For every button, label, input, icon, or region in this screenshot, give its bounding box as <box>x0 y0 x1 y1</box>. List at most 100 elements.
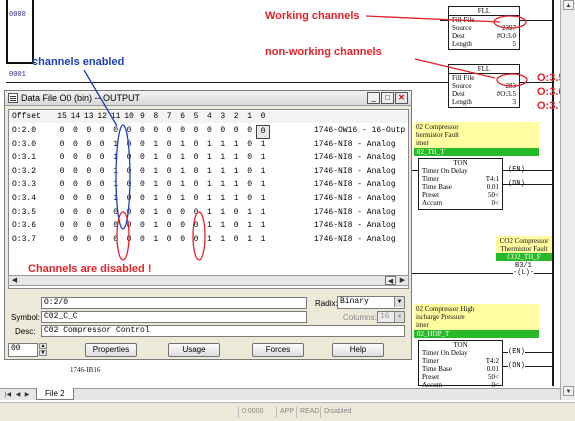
bit-cell[interactable]: 1 <box>256 234 270 246</box>
bit-cell[interactable]: 0 <box>82 179 96 191</box>
bit-cell[interactable]: 1 <box>256 152 270 164</box>
bit-cell[interactable]: 0 <box>176 220 190 232</box>
bit-cell[interactable]: 0 <box>55 125 69 137</box>
bit-cell[interactable]: 1 <box>229 152 243 164</box>
bit-cell[interactable]: 0 <box>122 152 136 164</box>
close-icon[interactable]: ✕ <box>395 92 408 104</box>
bit-cell[interactable]: 1 <box>202 139 216 151</box>
bit-cell[interactable]: 1 <box>109 166 123 178</box>
bit-cell[interactable]: 0 <box>55 207 69 219</box>
bit-cell[interactable]: 0 <box>122 166 136 178</box>
bit-cell[interactable]: 0 <box>95 139 109 151</box>
bit-cell[interactable]: 1 <box>256 220 270 232</box>
bit-cell[interactable]: 0 <box>243 179 257 191</box>
bit-cell[interactable]: 1 <box>149 234 163 246</box>
bit-cell[interactable]: 1 <box>202 234 216 246</box>
bit-cell[interactable]: 0 <box>189 193 203 205</box>
bit-cell[interactable]: 0 <box>95 220 109 232</box>
bit-cell[interactable]: 0 <box>122 125 136 137</box>
bit-cell[interactable]: 1 <box>149 139 163 151</box>
table-row[interactable]: O:3.4 0 0 0 0 1 0 0 1 0 1 0 1 1 1 0 1 1746-NI8 - Analog <box>9 193 408 205</box>
bit-cell[interactable]: 0 <box>216 125 230 137</box>
bit-cell[interactable]: 1 <box>216 207 230 219</box>
bit-cell[interactable]: 0 <box>95 125 109 137</box>
bit-cell[interactable]: 0 <box>229 125 243 137</box>
fll-instruction-bottom[interactable]: FLL Fill File Source 283 Dest #O:3.5 Lengt… <box>448 64 520 108</box>
bit-cell[interactable]: 1 <box>229 179 243 191</box>
bit-cell[interactable]: 1 <box>216 193 230 205</box>
ton-instruction-2[interactable]: TON Timer On Delay Timer T4:2 Time Base 0.… <box>418 340 503 389</box>
bit-cell[interactable]: 0 <box>122 207 136 219</box>
bit-cell[interactable]: 1 <box>149 193 163 205</box>
bit-cell[interactable]: 0 <box>189 152 203 164</box>
maximize-icon[interactable]: □ <box>381 92 394 104</box>
bit-cell[interactable]: 0 <box>162 125 176 137</box>
bit-cell[interactable]: 0 <box>55 166 69 178</box>
chevron-down-icon[interactable]: ▼ <box>394 297 404 307</box>
table-row[interactable]: O:2.0 0 0 0 0 0 0 0 0 0 0 0 0 0 0 0 0 1746-OW16 - 16-Outp <box>9 125 408 139</box>
bit-cell[interactable]: 1 <box>149 179 163 191</box>
bit-cell[interactable]: 1 <box>109 179 123 191</box>
bit-cell[interactable]: 0 <box>82 234 96 246</box>
bit-cell[interactable]: 0 <box>162 166 176 178</box>
bit-cell[interactable]: 0 <box>176 207 190 219</box>
bit-cell[interactable]: 0 <box>176 234 190 246</box>
bit-cell[interactable]: 1 <box>149 152 163 164</box>
bit-cell[interactable]: 0 <box>82 152 96 164</box>
scroll-right-icon[interactable]: ▶ <box>397 276 408 285</box>
table-row[interactable]: O:3.2 0 0 0 0 1 0 0 1 0 1 0 1 1 1 0 1 1746-NI8 - Analog <box>9 166 408 178</box>
bit-cell[interactable]: 0 <box>135 139 149 151</box>
window-titlebar[interactable]: Data File O0 (bin) -- OUTPUT _ □ ✕ <box>5 91 411 106</box>
bit-cell[interactable]: 0 <box>189 207 203 219</box>
vertical-scrollbar[interactable]: ▲ ▼ <box>560 0 575 400</box>
bit-cell[interactable]: 1 <box>216 166 230 178</box>
bit-cell[interactable]: 1 <box>176 166 190 178</box>
bit-cell[interactable]: 0 <box>95 166 109 178</box>
table-row[interactable]: O:3.3 0 0 0 0 1 0 0 1 0 1 0 1 1 1 0 1 1746-NI8 - Analog <box>9 179 408 191</box>
bit-cell[interactable]: 0 <box>55 220 69 232</box>
next-sheet-icon[interactable]: ▶ <box>23 391 31 399</box>
bit-cell[interactable]: 0 <box>162 139 176 151</box>
bit-cell[interactable]: 0 <box>82 207 96 219</box>
bit-cell[interactable]: 0 <box>135 166 149 178</box>
bit-cell[interactable]: 1 <box>216 179 230 191</box>
bit-cell[interactable]: 1 <box>202 152 216 164</box>
bit-cell[interactable]: 1 <box>256 179 270 191</box>
bit-cell[interactable]: 0 <box>122 220 136 232</box>
bit-cell[interactable]: 0 <box>82 193 96 205</box>
bit-cell[interactable]: 0 <box>149 125 163 137</box>
bit-cell[interactable]: 0 <box>82 166 96 178</box>
bit-cell[interactable]: 1 <box>176 193 190 205</box>
horizontal-scrollbar[interactable]: ◀ ▶ ◀ <box>8 275 409 286</box>
bit-cell[interactable]: 1 <box>202 179 216 191</box>
table-row[interactable]: O:3.7 0 0 0 0 0 0 0 1 0 0 0 1 1 0 1 1 1746-NI8 - Analog <box>9 234 408 246</box>
bit-cell[interactable]: 0 <box>189 234 203 246</box>
bit-cell[interactable]: 0 <box>122 193 136 205</box>
sheet-tab-file2[interactable]: File 2 <box>36 388 74 400</box>
bit-cell[interactable]: 0 <box>162 193 176 205</box>
scroll-up-icon[interactable]: ▲ <box>563 0 574 10</box>
desc-field[interactable]: C02 Compressor Control <box>41 325 405 337</box>
bit-cell[interactable]: 0 <box>55 139 69 151</box>
bit-cell[interactable]: 0 <box>162 207 176 219</box>
bit-cell[interactable]: 1 <box>256 193 270 205</box>
bit-cell[interactable]: 0 <box>189 166 203 178</box>
spin-up-icon[interactable]: ▲ <box>39 343 47 349</box>
bit-cell[interactable]: 1 <box>176 139 190 151</box>
bit-cell[interactable]: 0 <box>243 152 257 164</box>
bit-cell[interactable]: 0 <box>109 234 123 246</box>
scroll-down-icon[interactable]: ▼ <box>563 386 574 396</box>
bit-cell[interactable]: 0 <box>55 234 69 246</box>
table-row[interactable]: O:3.6 0 0 0 0 0 0 0 1 0 0 0 1 1 0 1 1 1746-NI8 - Analog <box>9 220 408 232</box>
bit-cell[interactable]: 1 <box>216 139 230 151</box>
bit-cell[interactable]: 0 <box>202 125 216 137</box>
bit-cell[interactable]: 0 <box>243 193 257 205</box>
forces-button[interactable]: Forces <box>252 343 304 357</box>
bit-cell[interactable]: 0 <box>82 125 96 137</box>
bit-cell[interactable]: 0 <box>68 179 82 191</box>
radix-select[interactable]: Binary ▼ <box>337 296 405 309</box>
bit-cell[interactable]: 0 <box>135 220 149 232</box>
bit-cell[interactable]: 0 <box>55 152 69 164</box>
bit-cell[interactable]: 0 <box>95 234 109 246</box>
bit-cell[interactable]: 1 <box>256 207 270 219</box>
